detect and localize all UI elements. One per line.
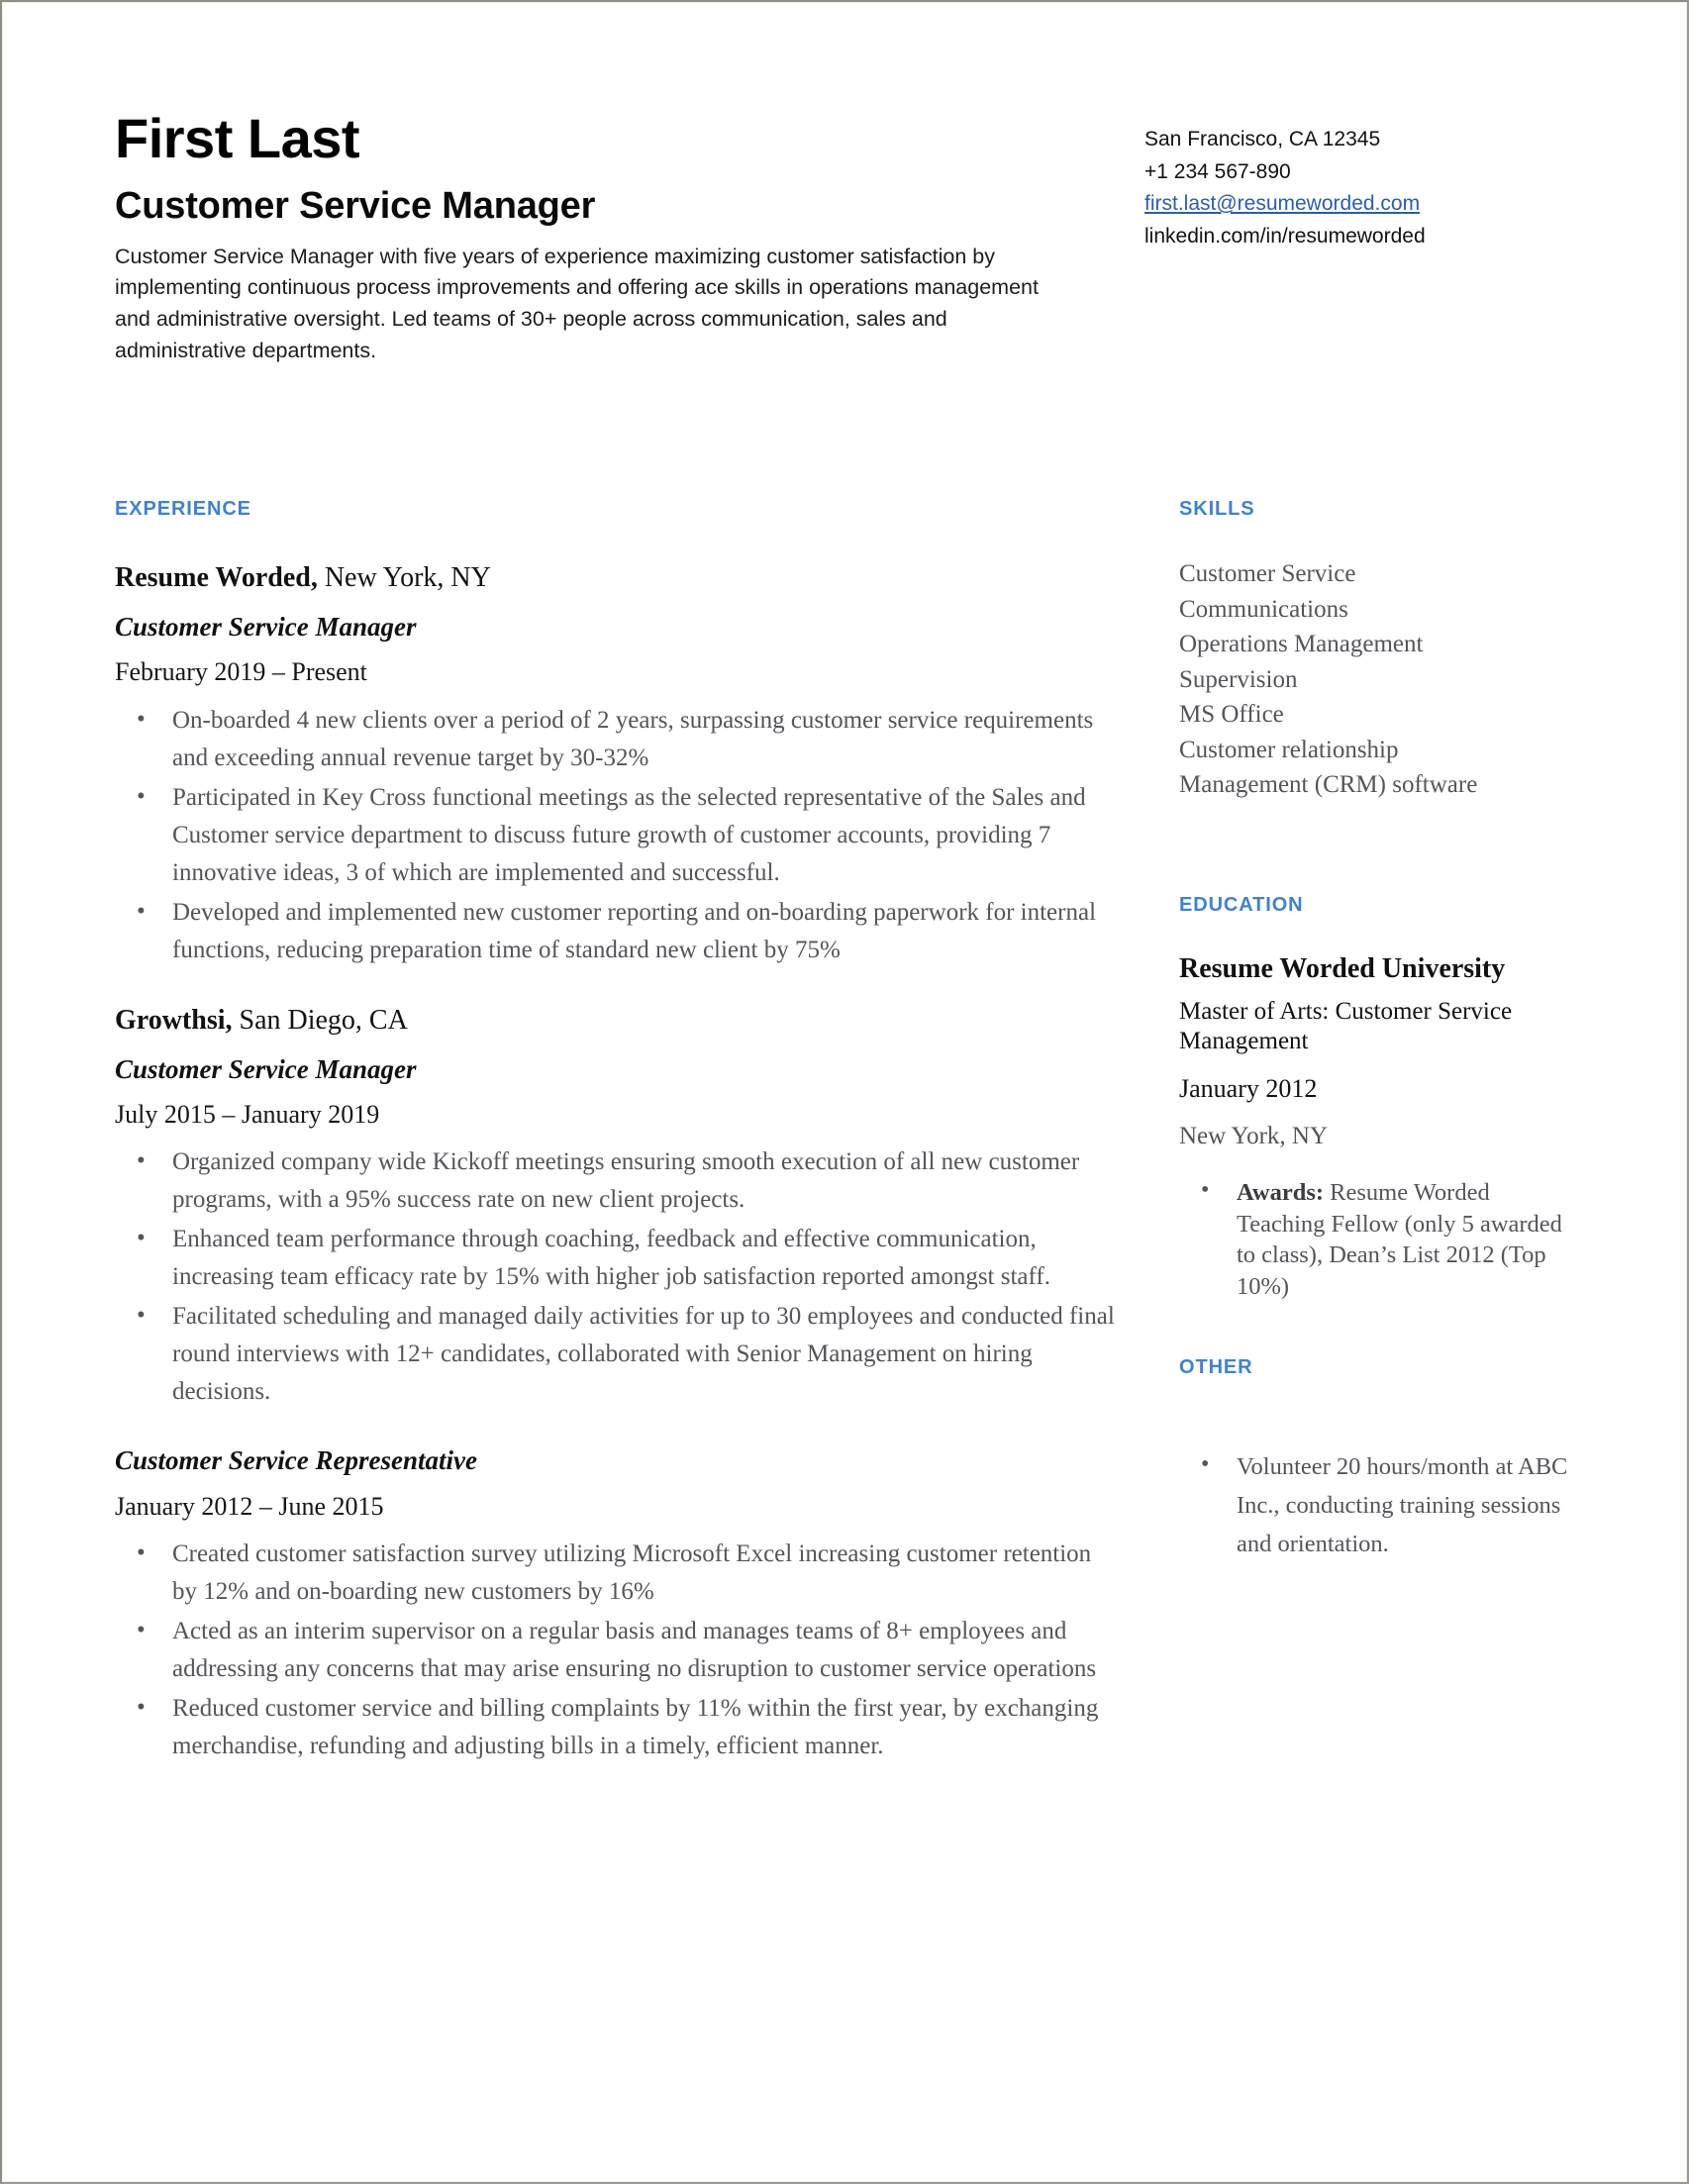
experience-entry: Resume Worded, New York, NY Customer Ser…: [115, 560, 1115, 969]
section-header-education: EDUCATION: [1179, 893, 1304, 916]
contact-linkedin: linkedin.com/in/resumeworded: [1144, 224, 1426, 248]
header-left-block: First Last Customer Service Manager Cust…: [115, 107, 1144, 367]
experience-dates: February 2019 – Present: [115, 657, 367, 687]
education-entry: Resume Worded University Master of Arts:…: [1179, 952, 1575, 1304]
company-name: Resume Worded,: [115, 562, 318, 593]
other-list: Volunteer 20 hours/month at ABC Inc., co…: [1179, 1446, 1575, 1563]
skill-item: MS Office: [1179, 701, 1284, 728]
education-date: January 2012: [1179, 1073, 1318, 1103]
experience-dates: July 2015 – January 2019: [115, 1099, 380, 1129]
resume-page: First Last Customer Service Manager Cust…: [0, 0, 1689, 2184]
candidate-name: First Last: [115, 107, 360, 169]
section-header-experience: EXPERIENCE: [115, 498, 251, 520]
skill-item: Customer relationship: [1179, 736, 1399, 763]
candidate-title: Customer Service Manager: [115, 184, 596, 227]
contact-location: San Francisco, CA 12345: [1144, 128, 1381, 150]
experience-dates: January 2012 – June 2015: [115, 1491, 384, 1521]
experience-bullet-list: Created customer satisfaction survey uti…: [115, 1535, 1115, 1765]
experience-entry: Customer Service Representative January …: [115, 1444, 1115, 1765]
sidebar-column: SKILLS Customer Service Communications O…: [1179, 498, 1575, 1563]
experience-role: Customer Service Representative: [115, 1445, 477, 1476]
experience-company-line: Growthsi, San Diego, CA: [115, 1003, 1115, 1038]
section-header-other: OTHER: [1179, 1356, 1253, 1379]
experience-role: Customer Service Manager: [115, 1053, 417, 1084]
experience-bullet: Organized company wide Kickoff meetings …: [115, 1142, 1115, 1219]
education-school: Resume Worded University: [1179, 952, 1506, 984]
skill-item: Supervision: [1179, 665, 1298, 693]
education-award-item: Awards: Resume Worded Teaching Fellow (o…: [1179, 1175, 1575, 1303]
experience-bullet-list: On-boarded 4 new clients over a period o…: [115, 701, 1115, 969]
experience-bullet: Reduced customer service and billing com…: [115, 1689, 1115, 1765]
experience-bullet: Developed and implemented new customer r…: [115, 893, 1115, 969]
experience-bullet: On-boarded 4 new clients over a period o…: [115, 701, 1115, 777]
contact-email-link[interactable]: first.last@resumeworded.com: [1144, 188, 1580, 221]
experience-column: EXPERIENCE Resume Worded, New York, NY C…: [115, 498, 1115, 1799]
company-location: San Diego, CA: [232, 1004, 408, 1036]
experience-bullet: Enhanced team performance through coachi…: [115, 1220, 1115, 1296]
education-location: New York, NY: [1179, 1122, 1329, 1149]
professional-summary: Customer Service Manager with five years…: [115, 244, 1039, 363]
experience-bullet: Acted as an interim supervisor on a regu…: [115, 1612, 1115, 1688]
skills-list: Customer Service Communications Operatio…: [1179, 556, 1575, 803]
company-location: New York, NY: [317, 562, 491, 593]
resume-header: First Last Customer Service Manager Cust…: [115, 107, 1580, 367]
other-item: Volunteer 20 hours/month at ABC Inc., co…: [1179, 1446, 1575, 1563]
experience-bullet: Facilitated scheduling and managed daily…: [115, 1297, 1115, 1411]
resume-page-inner: First Last Customer Service Manager Cust…: [2, 2, 1687, 2182]
company-name: Growthsi,: [115, 1004, 233, 1036]
contact-block: San Francisco, CA 12345 +1 234 567-890 f…: [1144, 110, 1580, 252]
experience-entry: Growthsi, San Diego, CA Customer Service…: [115, 1003, 1115, 1412]
experience-bullet: Participated in Key Cross functional mee…: [115, 778, 1115, 892]
experience-company-line: Resume Worded, New York, NY: [115, 560, 1115, 595]
section-header-skills: SKILLS: [1179, 498, 1255, 520]
experience-role: Customer Service Manager: [115, 612, 417, 642]
experience-bullet: Created customer satisfaction survey uti…: [115, 1535, 1115, 1611]
skill-item: Operations Management: [1179, 631, 1424, 657]
education-award-list: Awards: Resume Worded Teaching Fellow (o…: [1179, 1175, 1575, 1303]
skill-item: Customer Service: [1179, 560, 1356, 587]
contact-phone: +1 234 567-890: [1144, 159, 1291, 183]
skill-item: Communications: [1179, 595, 1348, 623]
skill-item: Management (CRM) software: [1179, 771, 1478, 798]
education-degree: Master of Arts: Customer Service Managem…: [1179, 997, 1513, 1055]
experience-bullet-list: Organized company wide Kickoff meetings …: [115, 1142, 1115, 1411]
award-label: Awards:: [1237, 1178, 1325, 1206]
